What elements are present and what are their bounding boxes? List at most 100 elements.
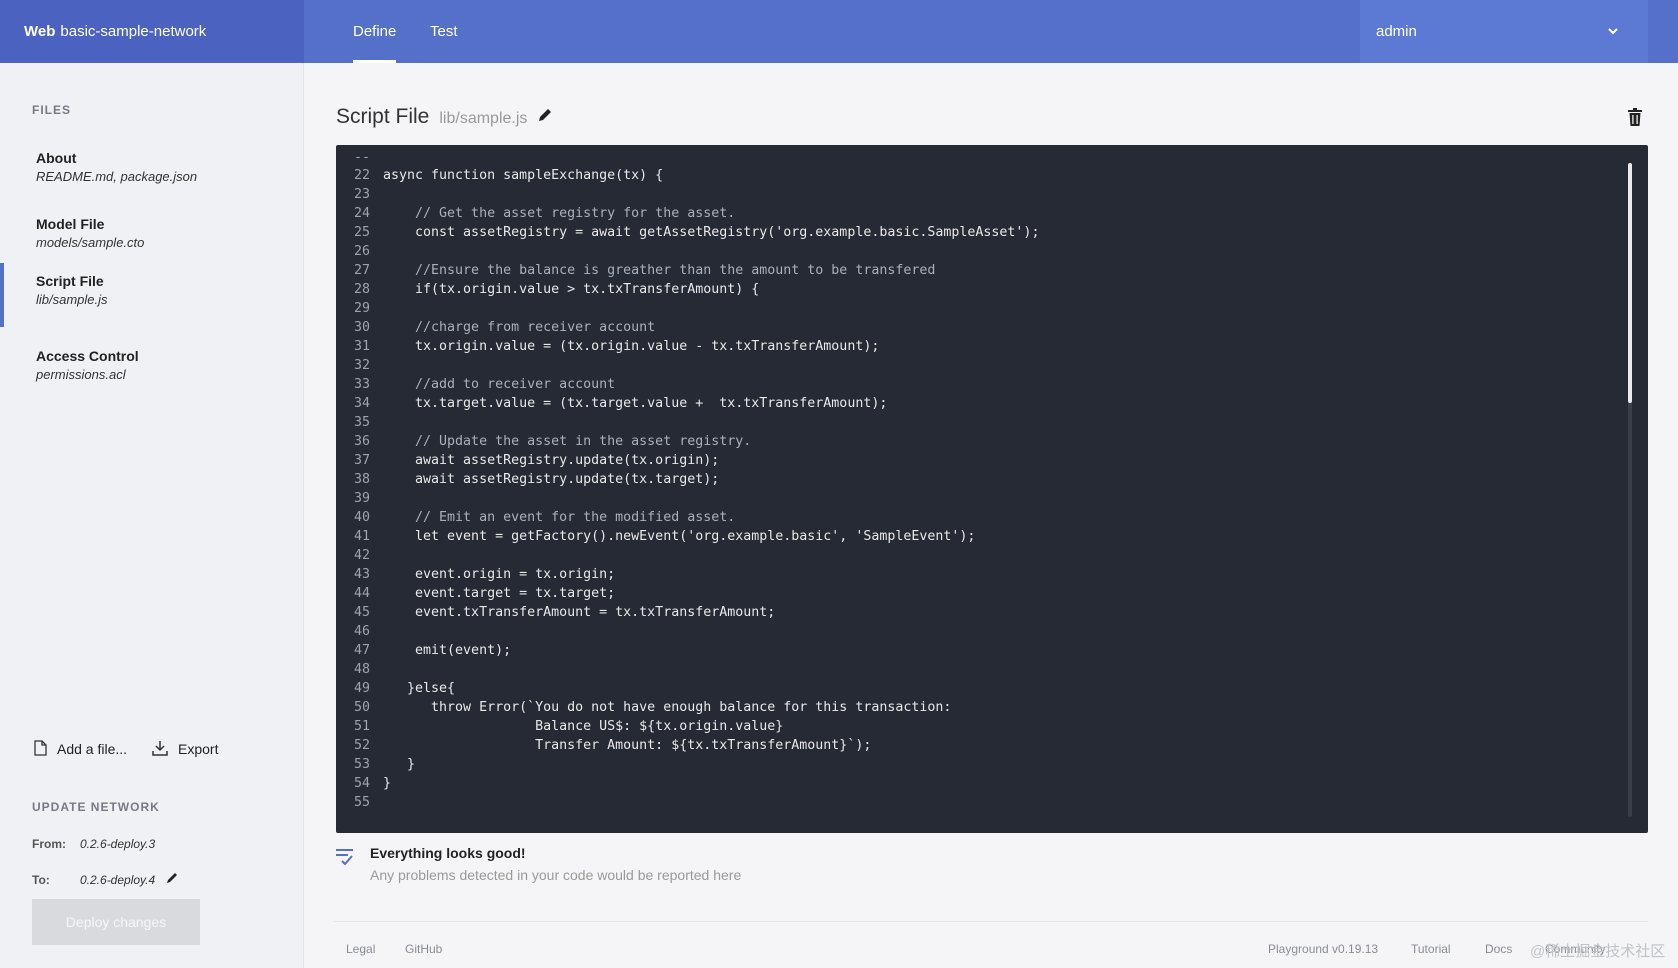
code-line: 28 if(tx.origin.value > tx.txTransferAmo… — [336, 280, 1596, 299]
line-number: 43 — [353, 567, 370, 582]
code-editor[interactable]: -- 22 async function sampleExchange(tx) {… — [336, 145, 1648, 833]
line-number: 45 — [353, 605, 370, 620]
user-name: admin — [1376, 23, 1417, 40]
file-type-title: Script File — [336, 105, 430, 128]
playground-version: Playground v0.19.13 — [1268, 942, 1379, 956]
file-path: lib/sample.js — [36, 292, 108, 307]
files-title: FILES — [32, 103, 72, 117]
footer-divider — [334, 921, 1648, 922]
code-line: 50 throw Error(`You do not have enough b… — [336, 698, 1596, 717]
rename-pencil-icon[interactable] — [537, 107, 553, 128]
add-file-label: Add a file... — [57, 741, 128, 757]
line-number: 48 — [353, 662, 370, 677]
line-number: 44 — [353, 586, 370, 601]
app-brand[interactable]: Web basic-sample-network — [0, 0, 304, 63]
line-number: 47 — [353, 643, 370, 658]
edit-version-icon[interactable] — [165, 871, 179, 888]
code-text: let event = getFactory().newEvent('org.e… — [383, 529, 976, 544]
code-line: 33 //add to receiver account — [336, 375, 1596, 394]
line-number: 40 — [353, 510, 370, 525]
line-number: 39 — [353, 491, 370, 506]
code-text: event.txTransferAmount = tx.txTransferAm… — [383, 605, 776, 620]
code-line: 35 — [336, 413, 1596, 432]
line-number: 35 — [353, 415, 370, 430]
export-button[interactable]: Export — [152, 737, 218, 761]
update-network-title: UPDATE NETWORK — [32, 800, 160, 814]
file-path: models/sample.cto — [36, 235, 145, 250]
file-path: README.md, package.json — [36, 169, 198, 184]
code-line: 25 const assetRegistry = await getAssetR… — [336, 223, 1596, 242]
line-number: 31 — [353, 339, 370, 354]
line-number: 38 — [353, 472, 370, 487]
code-line: 39 — [336, 489, 1596, 508]
brand-bold: Web — [24, 23, 56, 40]
sidebar: FILES About README.md, package.json Mode… — [0, 63, 304, 968]
code-text: // Get the asset registry for the asset. — [383, 206, 736, 221]
code-line: 52 Transfer Amount: ${tx.txTransferAmoun… — [336, 736, 1596, 755]
code-line: 43 event.origin = tx.origin; — [336, 565, 1596, 584]
export-label: Export — [178, 741, 219, 757]
line-number: 33 — [353, 377, 370, 392]
file-item-access-control[interactable]: Access Control permissions.acl — [0, 338, 304, 402]
line-number: 34 — [353, 396, 370, 411]
code-line: 40 // Emit an event for the modified ass… — [336, 508, 1596, 527]
status-subtext: Any problems detected in your code would… — [370, 867, 742, 883]
line-number: 24 — [353, 206, 370, 221]
code-line: 41 let event = getFactory().newEvent('or… — [336, 527, 1596, 546]
code-line: 36 // Update the asset in the asset regi… — [336, 432, 1596, 451]
line-number: 37 — [353, 453, 370, 468]
code-line: 30 //charge from receiver account — [336, 318, 1596, 337]
trash-icon[interactable] — [1628, 108, 1642, 131]
code-text: // Emit an event for the modified asset. — [383, 510, 736, 525]
download-icon — [152, 740, 168, 759]
code-text: if(tx.origin.value > tx.txTransferAmount… — [383, 282, 760, 297]
legal-link[interactable]: Legal — [346, 942, 375, 956]
code-line: 31 tx.origin.value = (tx.origin.value - … — [336, 337, 1596, 356]
line-number: 22 — [353, 168, 370, 183]
file-path: permissions.acl — [36, 367, 126, 382]
file-name: Script File — [36, 273, 104, 289]
file-path-title: lib/sample.js — [439, 110, 528, 127]
deploy-changes-button[interactable]: Deploy changes — [32, 899, 200, 945]
line-number: 53 — [353, 757, 370, 772]
tutorial-link[interactable]: Tutorial — [1411, 942, 1451, 956]
code-text: } — [383, 757, 416, 772]
code-line: 44 event.target = tx.target; — [336, 584, 1596, 603]
code-text: tx.origin.value = (tx.origin.value - tx.… — [383, 339, 880, 354]
file-item-model[interactable]: Model File models/sample.cto — [0, 206, 304, 270]
line-number: 23 — [353, 187, 370, 202]
line-number: 51 — [353, 719, 370, 734]
watermark-text: @稀土掘金技术社区 — [1530, 943, 1666, 960]
code-text: await assetRegistry.update(tx.origin); — [383, 453, 720, 468]
code-text: Transfer Amount: ${tx.txTransferAmount}`… — [383, 738, 872, 753]
docs-link[interactable]: Docs — [1485, 942, 1512, 956]
code-text: event.origin = tx.origin; — [383, 567, 616, 582]
code-line: 54} — [336, 774, 1596, 793]
line-number: 29 — [353, 301, 370, 316]
code-line: 23 — [336, 185, 1596, 204]
code-text: } — [383, 776, 392, 791]
code-line: 51 Balance US$: ${tx.origin.value} — [336, 717, 1596, 736]
line-number: 42 — [353, 548, 370, 563]
github-link[interactable]: GitHub — [405, 942, 442, 956]
scroll-thumb[interactable] — [1628, 163, 1632, 403]
top-bar: Web basic-sample-network Define Test adm… — [0, 0, 1678, 63]
code-line: 48 — [336, 660, 1596, 679]
tab-define[interactable]: Define — [353, 0, 397, 63]
line-number: 54 — [353, 776, 370, 791]
code-text: }else{ — [383, 681, 456, 696]
code-text: event.target = tx.target; — [383, 586, 616, 601]
file-name: Access Control — [36, 348, 139, 364]
code-text: //add to receiver account — [383, 377, 616, 392]
editor-scrollbar[interactable] — [1628, 163, 1632, 817]
code-line: 55 — [336, 793, 1596, 812]
line-number: 52 — [353, 738, 370, 753]
file-item-script[interactable]: Script File lib/sample.js — [0, 263, 304, 327]
tab-test[interactable]: Test — [430, 0, 458, 63]
user-menu[interactable]: admin — [1360, 0, 1648, 63]
code-text: //Ensure the balance is greather than th… — [383, 263, 936, 278]
add-file-button[interactable]: Add a file... — [34, 737, 127, 761]
brand-name: basic-sample-network — [60, 23, 207, 40]
to-version: To: 0.2.6-deploy.4 — [32, 871, 179, 888]
file-item-about[interactable]: About README.md, package.json — [0, 140, 304, 204]
